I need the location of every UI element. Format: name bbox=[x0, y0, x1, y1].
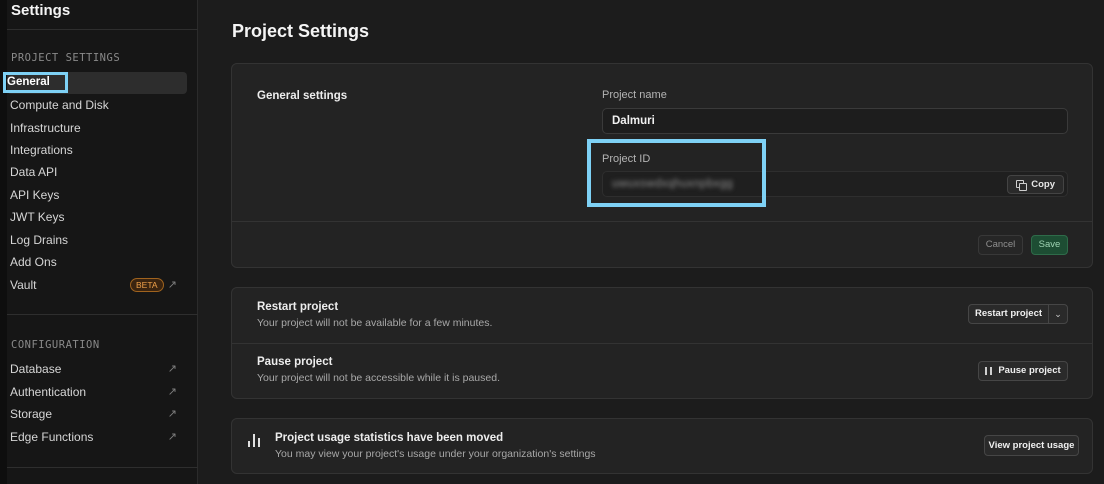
sidebar-item-label: API Keys bbox=[10, 188, 60, 202]
card-divider bbox=[232, 343, 1092, 344]
sidebar-item-jwt-keys[interactable]: JWT Keys bbox=[7, 206, 187, 228]
copy-label: Copy bbox=[1031, 179, 1055, 190]
sidebar-item-label: Log Drains bbox=[10, 233, 69, 247]
sidebar-item-label: Authentication bbox=[10, 385, 87, 399]
sidebar-item-label: Infrastructure bbox=[10, 121, 81, 135]
external-link-icon: ↗ bbox=[167, 386, 177, 398]
sidebar-item-label: Database bbox=[10, 362, 62, 376]
save-button[interactable]: Save bbox=[1031, 235, 1068, 255]
project-id-field[interactable]: uwuxswdxqhuxnpbxgg Copy bbox=[602, 171, 1068, 197]
usage-statistics-title: Project usage statistics have been moved bbox=[275, 432, 504, 444]
usage-statistics-description: You may view your project's usage under … bbox=[275, 448, 596, 460]
pause-icon bbox=[985, 367, 993, 375]
page-title: Project Settings bbox=[232, 21, 370, 41]
sidebar-item-label: Add Ons bbox=[10, 255, 57, 269]
sidebar-item-log-drains[interactable]: Log Drains bbox=[7, 229, 187, 251]
bar-chart-icon bbox=[248, 433, 260, 447]
general-settings-label: General settings bbox=[257, 90, 348, 102]
sidebar-item-database[interactable]: Database ↗ bbox=[7, 358, 187, 380]
sidebar-item-label: Compute and Disk bbox=[10, 98, 109, 112]
project-id-label: Project ID bbox=[602, 153, 651, 165]
sidebar-item-edge-functions[interactable]: Edge Functions ↗ bbox=[7, 426, 187, 448]
pause-project-button[interactable]: Pause project bbox=[978, 361, 1068, 381]
sidebar-item-vault[interactable]: Vault BETA ↗ bbox=[7, 274, 187, 296]
sidebar-divider bbox=[7, 467, 198, 468]
sidebar-title: Settings bbox=[11, 2, 71, 19]
view-project-usage-button[interactable]: View project usage bbox=[984, 435, 1079, 456]
sidebar-item-authentication[interactable]: Authentication ↗ bbox=[7, 381, 187, 403]
restart-project-button-group: Restart project ⌄ bbox=[968, 304, 1068, 324]
project-name-label: Project name bbox=[602, 89, 667, 101]
sidebar-divider bbox=[7, 29, 198, 30]
sidebar-item-add-ons[interactable]: Add Ons bbox=[7, 251, 187, 273]
sidebar-item-label: JWT Keys bbox=[10, 210, 65, 224]
copy-icon bbox=[1016, 179, 1028, 191]
chevron-down-icon[interactable]: ⌄ bbox=[1048, 305, 1067, 323]
sidebar-item-label: Vault bbox=[10, 278, 37, 292]
pause-project-title: Pause project bbox=[257, 356, 333, 368]
pause-project-description: Your project will not be accessible whil… bbox=[257, 372, 500, 384]
restart-project-description: Your project will not be available for a… bbox=[257, 317, 493, 329]
external-link-icon: ↗ bbox=[167, 408, 177, 420]
sidebar-section-project-settings: PROJECT SETTINGS bbox=[11, 52, 121, 64]
usage-statistics-card: Project usage statistics have been moved… bbox=[231, 418, 1093, 474]
restart-project-title: Restart project bbox=[257, 301, 339, 313]
project-name-input[interactable]: Dalmuri bbox=[602, 108, 1068, 134]
sidebar-item-compute-and-disk[interactable]: Compute and Disk bbox=[7, 94, 187, 116]
sidebar-item-label: Integrations bbox=[10, 143, 73, 157]
general-settings-card: General settings Project name Dalmuri Pr… bbox=[231, 63, 1093, 268]
external-link-icon: ↗ bbox=[167, 279, 177, 291]
sidebar-item-label: Edge Functions bbox=[10, 430, 94, 444]
project-actions-card: Restart project Your project will not be… bbox=[231, 287, 1093, 399]
sidebar-item-api-keys[interactable]: API Keys bbox=[7, 184, 187, 206]
copy-button[interactable]: Copy bbox=[1007, 175, 1064, 194]
sidebar-item-label: Storage bbox=[10, 407, 53, 421]
external-link-icon: ↗ bbox=[167, 431, 177, 443]
pause-project-label: Pause project bbox=[998, 365, 1061, 376]
sidebar-divider bbox=[7, 314, 198, 315]
sidebar-item-label: Data API bbox=[10, 165, 58, 179]
sidebar-item-data-api[interactable]: Data API bbox=[7, 161, 187, 183]
cancel-button[interactable]: Cancel bbox=[978, 235, 1023, 255]
project-id-value: uwuxswdxqhuxnpbxgg bbox=[612, 178, 734, 190]
external-link-icon: ↗ bbox=[167, 363, 177, 375]
beta-badge: BETA bbox=[130, 278, 164, 292]
sidebar-item-storage[interactable]: Storage ↗ bbox=[7, 403, 187, 425]
sidebar-item-infrastructure[interactable]: Infrastructure bbox=[7, 117, 187, 139]
card-divider bbox=[232, 221, 1092, 222]
sidebar-section-configuration: CONFIGURATION bbox=[11, 339, 100, 351]
restart-project-button[interactable]: Restart project bbox=[969, 305, 1048, 323]
sidebar-item-integrations[interactable]: Integrations bbox=[7, 139, 187, 161]
sidebar-item-general-label[interactable]: General bbox=[7, 76, 50, 88]
